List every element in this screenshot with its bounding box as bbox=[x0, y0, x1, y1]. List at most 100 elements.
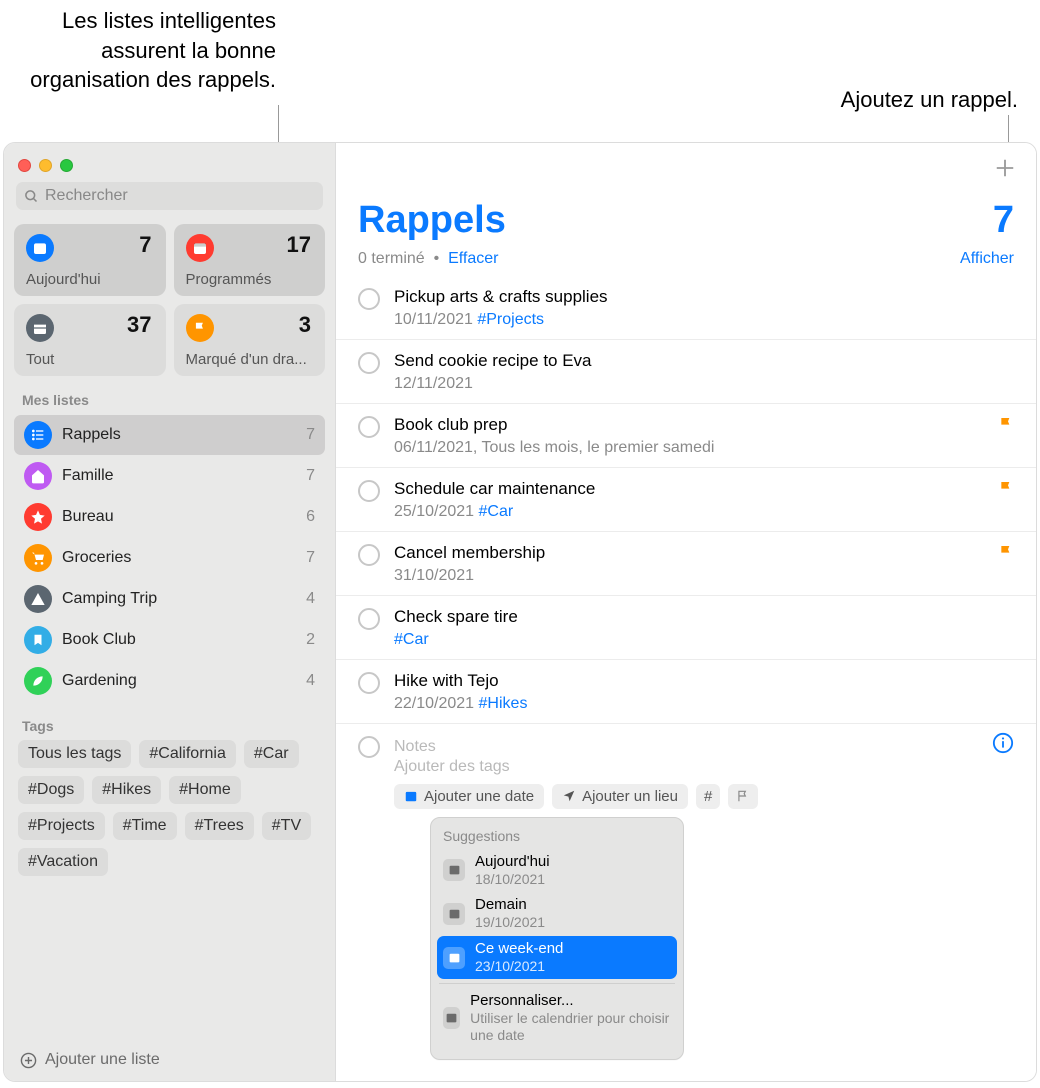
all-icon bbox=[26, 314, 54, 342]
reminder-checkbox[interactable] bbox=[358, 288, 380, 310]
add-tag-chip[interactable]: # bbox=[696, 784, 720, 809]
search-icon bbox=[24, 189, 39, 204]
tag-projects[interactable]: #Projects bbox=[18, 812, 105, 840]
list-label: Gardening bbox=[62, 672, 137, 690]
tag-home[interactable]: #Home bbox=[169, 776, 241, 804]
reminder-item[interactable]: Book club prep06/11/2021, Tous les mois,… bbox=[336, 404, 1036, 468]
add-location-chip[interactable]: Ajouter un lieu bbox=[552, 784, 688, 809]
flagged-icon bbox=[186, 314, 214, 342]
flag-icon bbox=[998, 416, 1014, 437]
plus-icon bbox=[994, 157, 1016, 179]
list-count: 4 bbox=[306, 672, 315, 690]
cart-icon bbox=[24, 544, 52, 572]
reminder-checkbox[interactable] bbox=[358, 736, 380, 758]
sidebar-list-book-club[interactable]: Book Club2 bbox=[14, 620, 325, 660]
zoom-icon[interactable] bbox=[60, 159, 73, 172]
suggestion-divider bbox=[439, 983, 675, 984]
tag-trees[interactable]: #Trees bbox=[185, 812, 254, 840]
suggestion-personnaliser-[interactable]: Personnaliser...Utiliser le calendrier p… bbox=[437, 988, 677, 1048]
sidebar-list-camping-trip[interactable]: Camping Trip4 bbox=[14, 579, 325, 619]
tag-vacation[interactable]: #Vacation bbox=[18, 848, 108, 876]
reminder-item[interactable]: Pickup arts & crafts supplies10/11/2021 … bbox=[336, 276, 1036, 340]
sidebar-list-groceries[interactable]: Groceries7 bbox=[14, 538, 325, 578]
reminder-item[interactable]: Send cookie recipe to Eva 12/11/2021 bbox=[336, 340, 1036, 404]
smart-today[interactable]: 7Aujourd'hui bbox=[14, 224, 166, 296]
reminder-checkbox[interactable] bbox=[358, 352, 380, 374]
suggestion-aujourd-hui[interactable]: Aujourd'hui18/10/2021 bbox=[437, 849, 677, 892]
list-label: Bureau bbox=[62, 508, 114, 526]
smart-flagged[interactable]: 3 Marqué d'un dra... bbox=[174, 304, 326, 376]
sidebar-list-rappels[interactable]: Rappels 7 bbox=[14, 415, 325, 455]
suggestion-ce-week-end[interactable]: Ce week-end23/10/2021 bbox=[437, 936, 677, 979]
window-controls bbox=[14, 155, 325, 182]
new-reminder-row[interactable]: Notes Ajouter des tags Ajouter une date … bbox=[336, 724, 1036, 1070]
smart-label: Marqué d'un dra... bbox=[186, 351, 316, 368]
minimize-icon[interactable] bbox=[39, 159, 52, 172]
list-title: Rappels bbox=[358, 199, 506, 242]
tag-california[interactable]: #California bbox=[139, 740, 235, 768]
tag-car[interactable]: #Car bbox=[244, 740, 299, 768]
tent-icon bbox=[24, 585, 52, 613]
add-date-chip[interactable]: Ajouter une date bbox=[394, 784, 544, 809]
tag-dogs[interactable]: #Dogs bbox=[18, 776, 84, 804]
calendar-icon bbox=[443, 1007, 460, 1029]
sidebar-list-gardening[interactable]: Gardening 4 bbox=[14, 661, 325, 701]
add-date-label: Ajouter une date bbox=[424, 788, 534, 805]
reminder-tag[interactable]: #Car bbox=[394, 631, 429, 648]
reminder-title: Pickup arts & crafts supplies bbox=[394, 286, 1014, 309]
home-icon bbox=[24, 462, 52, 490]
add-flag-chip[interactable] bbox=[728, 784, 758, 809]
list-label: Groceries bbox=[62, 549, 131, 567]
reminder-checkbox[interactable] bbox=[358, 608, 380, 630]
reminder-subtitle: 12/11/2021 bbox=[394, 375, 1014, 393]
smart-scheduled[interactable]: 17Programmés bbox=[174, 224, 326, 296]
reminder-tag[interactable]: #Projects bbox=[477, 311, 544, 328]
suggestion-date: 18/10/2021 bbox=[475, 871, 550, 888]
clear-completed-button[interactable]: Effacer bbox=[448, 250, 498, 267]
reminder-title: Send cookie recipe to Eva bbox=[394, 350, 1014, 373]
tag-tous-les-tags[interactable]: Tous les tags bbox=[18, 740, 131, 768]
list-count: 7 bbox=[306, 426, 315, 444]
main-pane: Rappels 7 0 terminé • Effacer Afficher P… bbox=[336, 143, 1036, 1081]
tag-hikes[interactable]: #Hikes bbox=[92, 776, 161, 804]
reminder-checkbox[interactable] bbox=[358, 480, 380, 502]
reminder-tag[interactable]: #Hikes bbox=[479, 695, 528, 712]
suggestion-title: Aujourd'hui bbox=[475, 853, 550, 871]
show-completed-button[interactable]: Afficher bbox=[960, 250, 1014, 268]
info-icon bbox=[992, 732, 1014, 754]
reminder-item[interactable]: Schedule car maintenance25/10/2021 #Car bbox=[336, 468, 1036, 532]
star-icon bbox=[24, 503, 52, 531]
search-input[interactable]: Rechercher bbox=[16, 182, 323, 210]
sidebar: Rechercher 7Aujourd'hui17Programmés37Tou… bbox=[4, 143, 336, 1081]
section-my-lists: Mes listes bbox=[14, 392, 325, 414]
notes-placeholder[interactable]: Notes bbox=[394, 738, 1014, 756]
reminder-item[interactable]: Cancel membership31/10/2021 bbox=[336, 532, 1036, 596]
location-icon bbox=[562, 789, 576, 803]
calendar-icon bbox=[404, 789, 418, 803]
smart-all[interactable]: 37Tout bbox=[14, 304, 166, 376]
reminder-checkbox[interactable] bbox=[358, 544, 380, 566]
tag-tv[interactable]: #TV bbox=[262, 812, 311, 840]
sidebar-list-bureau[interactable]: Bureau6 bbox=[14, 497, 325, 537]
date-suggestions-popover: Suggestions Aujourd'hui18/10/2021Demain1… bbox=[430, 817, 684, 1060]
add-list-label: Ajouter une liste bbox=[45, 1051, 160, 1069]
close-icon[interactable] bbox=[18, 159, 31, 172]
add-reminder-button[interactable] bbox=[992, 155, 1018, 181]
sidebar-list-famille[interactable]: Famille7 bbox=[14, 456, 325, 496]
list-label: Rappels bbox=[62, 426, 121, 444]
reminder-subtitle: 25/10/2021 #Car bbox=[394, 503, 984, 521]
add-list-button[interactable]: Ajouter une liste bbox=[14, 1043, 325, 1071]
suggestion-demain[interactable]: Demain19/10/2021 bbox=[437, 892, 677, 935]
reminder-checkbox[interactable] bbox=[358, 672, 380, 694]
add-tags-placeholder[interactable]: Ajouter des tags bbox=[394, 758, 1014, 776]
suggestion-title: Personnaliser... bbox=[470, 992, 671, 1010]
reminder-item[interactable]: Hike with Tejo22/10/2021 #Hikes bbox=[336, 660, 1036, 724]
smart-count: 3 bbox=[299, 312, 311, 338]
info-button[interactable] bbox=[992, 732, 1014, 759]
callout-smart-lists: Les listes intelligentes assurent la bon… bbox=[0, 6, 276, 95]
reminder-checkbox[interactable] bbox=[358, 416, 380, 438]
smart-label: Aujourd'hui bbox=[26, 271, 156, 288]
reminder-item[interactable]: Check spare tire#Car bbox=[336, 596, 1036, 660]
tag-time[interactable]: #Time bbox=[113, 812, 177, 840]
reminder-tag[interactable]: #Car bbox=[479, 503, 514, 520]
